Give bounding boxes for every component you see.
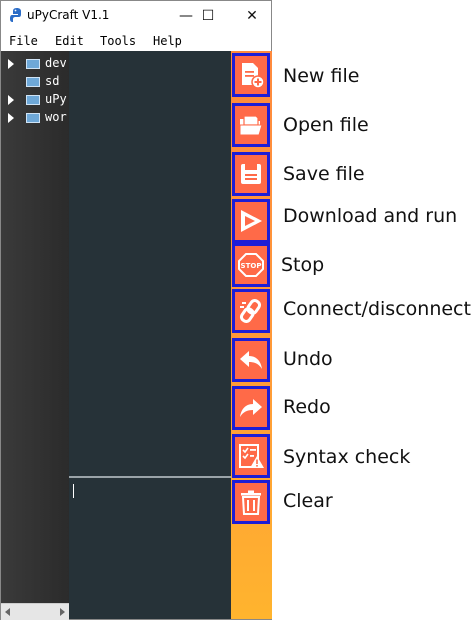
tree-item-label: wor: [45, 110, 67, 124]
folder-icon: [26, 95, 40, 105]
callout-open-file: Open file: [283, 114, 369, 136]
folder-icon: [26, 77, 40, 87]
callout-clear: Clear: [283, 490, 333, 512]
new-file-icon: [242, 63, 265, 89]
undo-button[interactable]: [232, 338, 270, 382]
new-file-button[interactable]: [232, 53, 270, 97]
stop-button[interactable]: STOP: [232, 243, 270, 287]
callout-undo: Undo: [283, 348, 333, 370]
callout-download-and-run: Download and run: [283, 205, 458, 227]
menu-file[interactable]: File: [9, 34, 38, 48]
clear-button[interactable]: [232, 480, 270, 524]
menu-help[interactable]: Help: [153, 34, 182, 48]
play-icon: [241, 210, 262, 232]
folder-icon: [26, 59, 40, 69]
stop-icon-label: STOP: [241, 262, 262, 270]
callout-connect-disconnect: Connect/disconnect: [283, 298, 471, 320]
folder-icon: [26, 113, 40, 123]
tree-item-label: sd: [45, 74, 60, 88]
close-button[interactable]: ✕: [235, 1, 269, 31]
callout-stop: Stop: [281, 254, 325, 276]
maximize-button[interactable]: ☐: [191, 1, 225, 31]
open-file-button[interactable]: [232, 103, 270, 147]
syntax-check-button[interactable]: [232, 434, 270, 478]
menu-bar: File Edit Tools Help: [1, 31, 271, 51]
expand-arrow-icon[interactable]: [8, 113, 14, 123]
tree-item-sd[interactable]: sd: [1, 73, 69, 91]
menu-tools[interactable]: Tools: [100, 34, 136, 48]
undo-arrow-icon: [240, 351, 262, 369]
redo-arrow-icon: [240, 399, 262, 417]
callout-save-file: Save file: [283, 163, 365, 185]
terminal-console[interactable]: [69, 478, 231, 619]
redo-button[interactable]: [232, 386, 270, 430]
callout-syntax-check: Syntax check: [283, 446, 411, 468]
menu-edit[interactable]: Edit: [55, 34, 84, 48]
open-folder-icon: [239, 115, 263, 136]
callout-new-file: New file: [283, 65, 360, 87]
download-and-run-button[interactable]: [232, 199, 270, 243]
save-icon: [241, 164, 261, 184]
trash-icon: [241, 490, 261, 515]
connect-disconnect-button[interactable]: [232, 289, 270, 333]
scroll-left-arrow-icon[interactable]: [5, 608, 10, 616]
title-bar[interactable]: uPyCraft V1.1 — ☐ ✕: [1, 1, 271, 31]
stop-sign-icon: STOP: [238, 253, 264, 277]
window-title: uPyCraft V1.1: [27, 8, 110, 22]
callout-redo: Redo: [283, 396, 331, 418]
python-logo-icon: [10, 8, 21, 22]
tree-item-dev[interactable]: dev: [1, 55, 69, 73]
scroll-right-arrow-icon[interactable]: [60, 608, 65, 616]
save-file-button[interactable]: [232, 152, 270, 196]
tree-horizontal-scrollbar[interactable]: [1, 603, 69, 620]
tree-item-workspace[interactable]: wor: [1, 109, 69, 127]
text-cursor: [73, 484, 74, 498]
tree-item-label: uPy: [45, 92, 67, 106]
code-editor[interactable]: [69, 51, 231, 476]
file-tree[interactable]: dev sd uPy wor: [1, 51, 69, 603]
tree-item-label: dev: [45, 56, 67, 70]
link-icon: [239, 299, 262, 323]
checklist-warning-icon: [239, 444, 264, 468]
tree-item-upy[interactable]: uPy: [1, 91, 69, 109]
expand-arrow-icon[interactable]: [8, 95, 14, 105]
expand-arrow-icon[interactable]: [8, 59, 14, 69]
